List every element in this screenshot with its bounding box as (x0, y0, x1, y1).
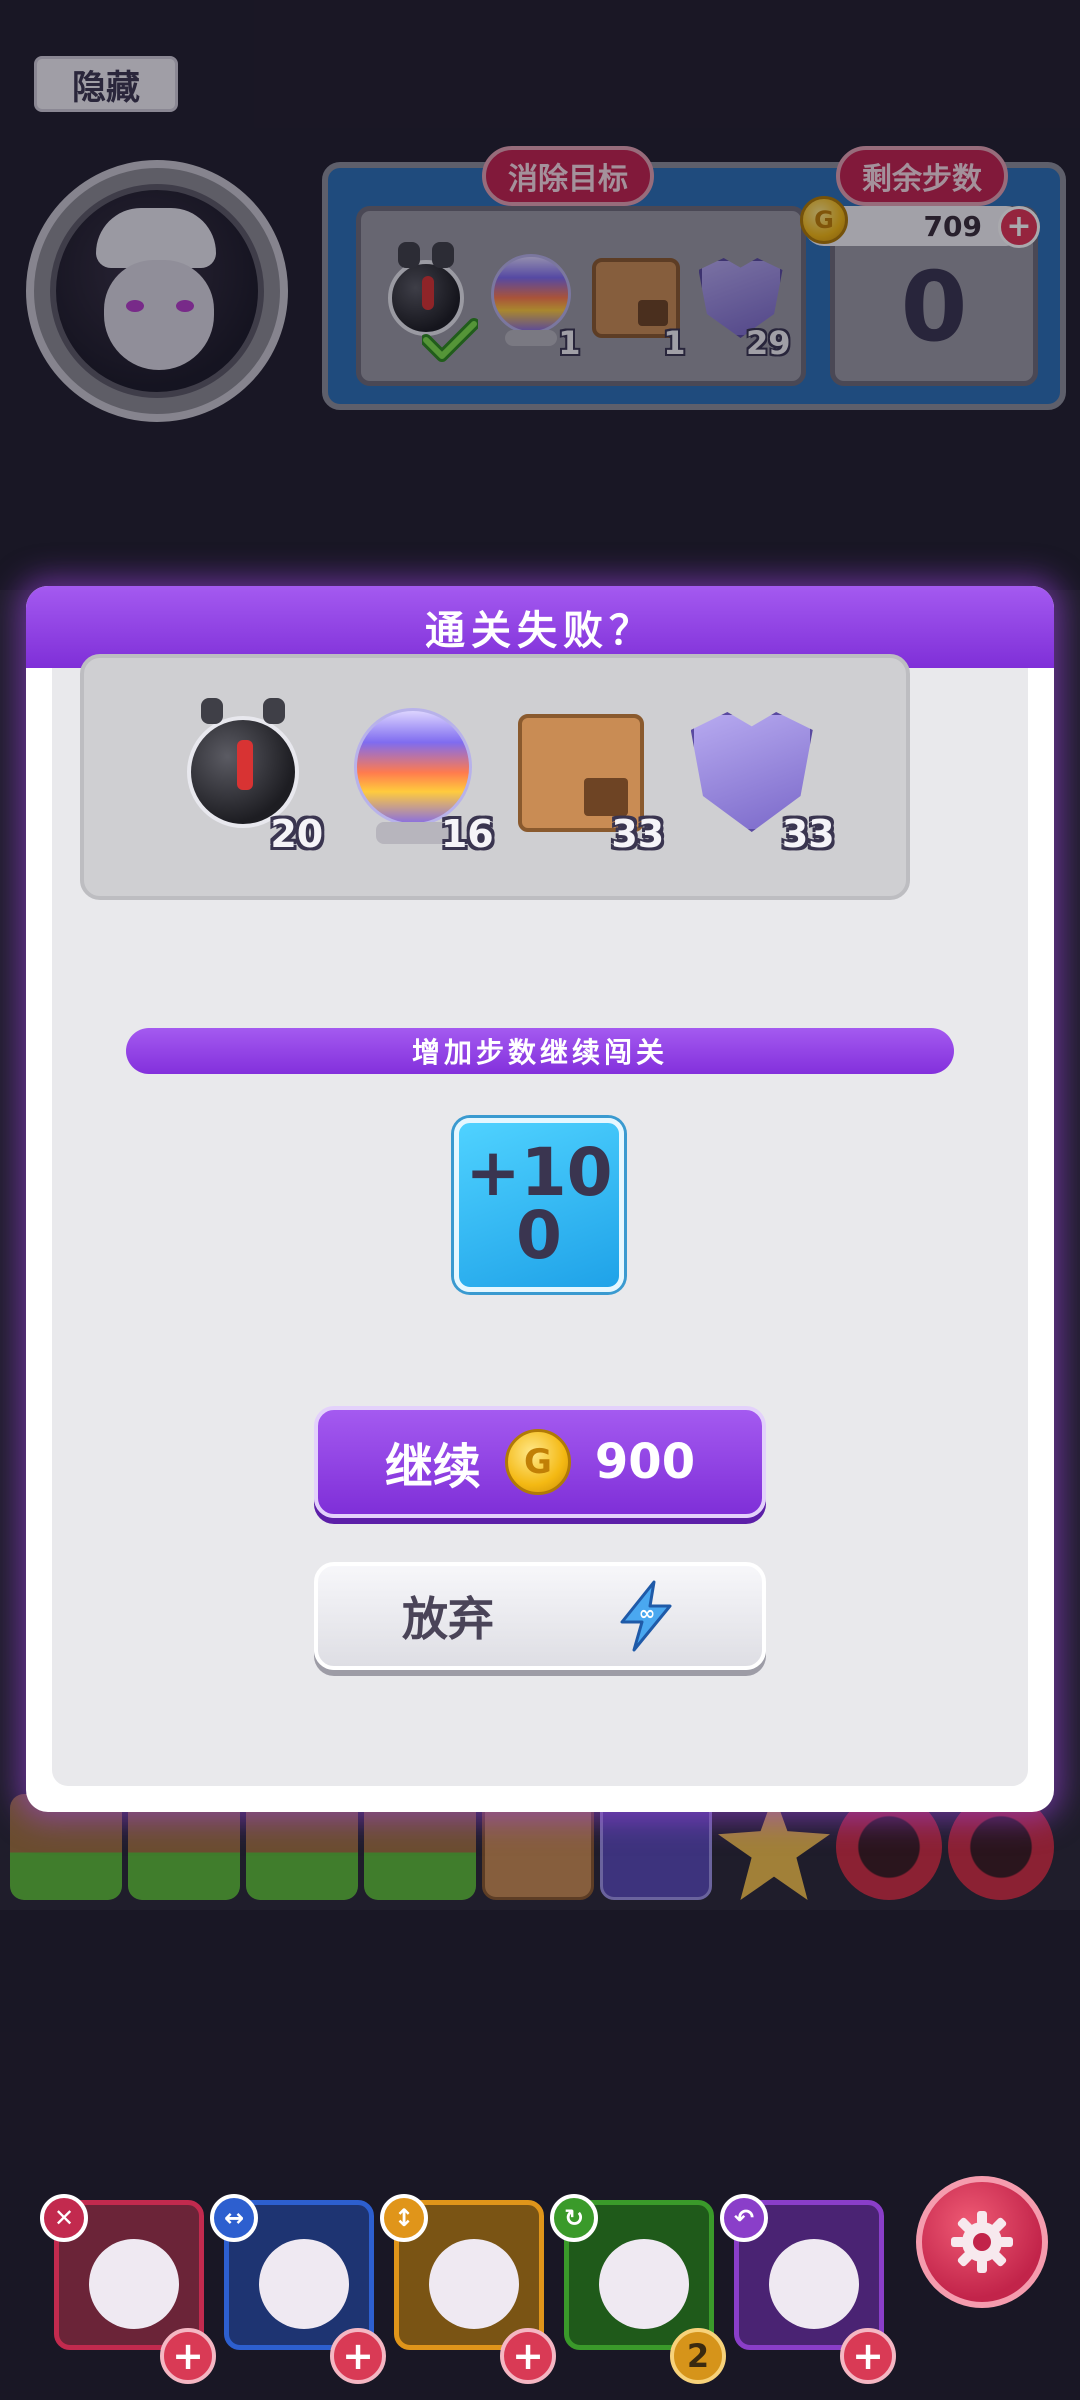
coin-icon: G (504, 1429, 571, 1495)
skill-vertical-icon: ↕ (380, 2194, 428, 2242)
remaining-count: 33 (611, 812, 665, 856)
settings-button[interactable] (916, 2176, 1048, 2308)
hero-face (259, 2239, 349, 2329)
hero-face (599, 2239, 689, 2329)
bomb-ear (263, 698, 286, 724)
add-steps-ribbon: 增加步数继续闯关 (126, 1028, 954, 1074)
hero-add-button[interactable]: + (160, 2328, 216, 2384)
give-up-button[interactable]: 放弃 ∞ (314, 1562, 766, 1670)
bomb-ear (201, 698, 224, 724)
skill-hook-icon: ↶ (720, 2194, 768, 2242)
remaining-crate: 33 (514, 702, 664, 856)
remaining-bomb: 20 (173, 698, 323, 856)
skill-swap-icon: ↔ (210, 2194, 258, 2242)
extra-steps-text: +10 0 (465, 1134, 613, 1274)
hero-add-button[interactable]: + (500, 2328, 556, 2384)
hero-face (89, 2239, 179, 2329)
continue-label: 继续 (384, 1439, 481, 1495)
hero-level-badge: 2 (670, 2328, 726, 2384)
lightning-bolt-icon: ∞ (620, 1580, 672, 1652)
continue-button[interactable]: 继续 G 900 (314, 1406, 766, 1518)
skill-cross-icon: ✕ (40, 2194, 88, 2242)
remaining-orb: 16 (344, 702, 494, 856)
remaining-goals-panel: 20 16 33 33 (80, 654, 910, 900)
remaining-count: 20 (270, 812, 324, 856)
hero-face (429, 2239, 519, 2329)
gear-icon (951, 2211, 1013, 2273)
hero-add-button[interactable]: + (840, 2328, 896, 2384)
remaining-count: 16 (440, 812, 494, 856)
extra-steps-line2: 0 (516, 1197, 562, 1274)
remaining-count: 33 (781, 812, 835, 856)
give-up-label: 放弃 (402, 1592, 494, 1646)
svg-text:∞: ∞ (639, 1601, 656, 1625)
rainbow-orb-icon (353, 708, 472, 826)
skill-cycle-icon: ↻ (550, 2194, 598, 2242)
extra-steps-card: +10 0 (454, 1118, 624, 1292)
bomb-mark (237, 740, 254, 790)
continue-cost: 900 (594, 1434, 696, 1490)
extra-steps-line1: +10 (465, 1134, 613, 1212)
remaining-shield: 33 (685, 702, 835, 856)
hero-add-button[interactable]: + (330, 2328, 386, 2384)
hero-face (769, 2239, 859, 2329)
